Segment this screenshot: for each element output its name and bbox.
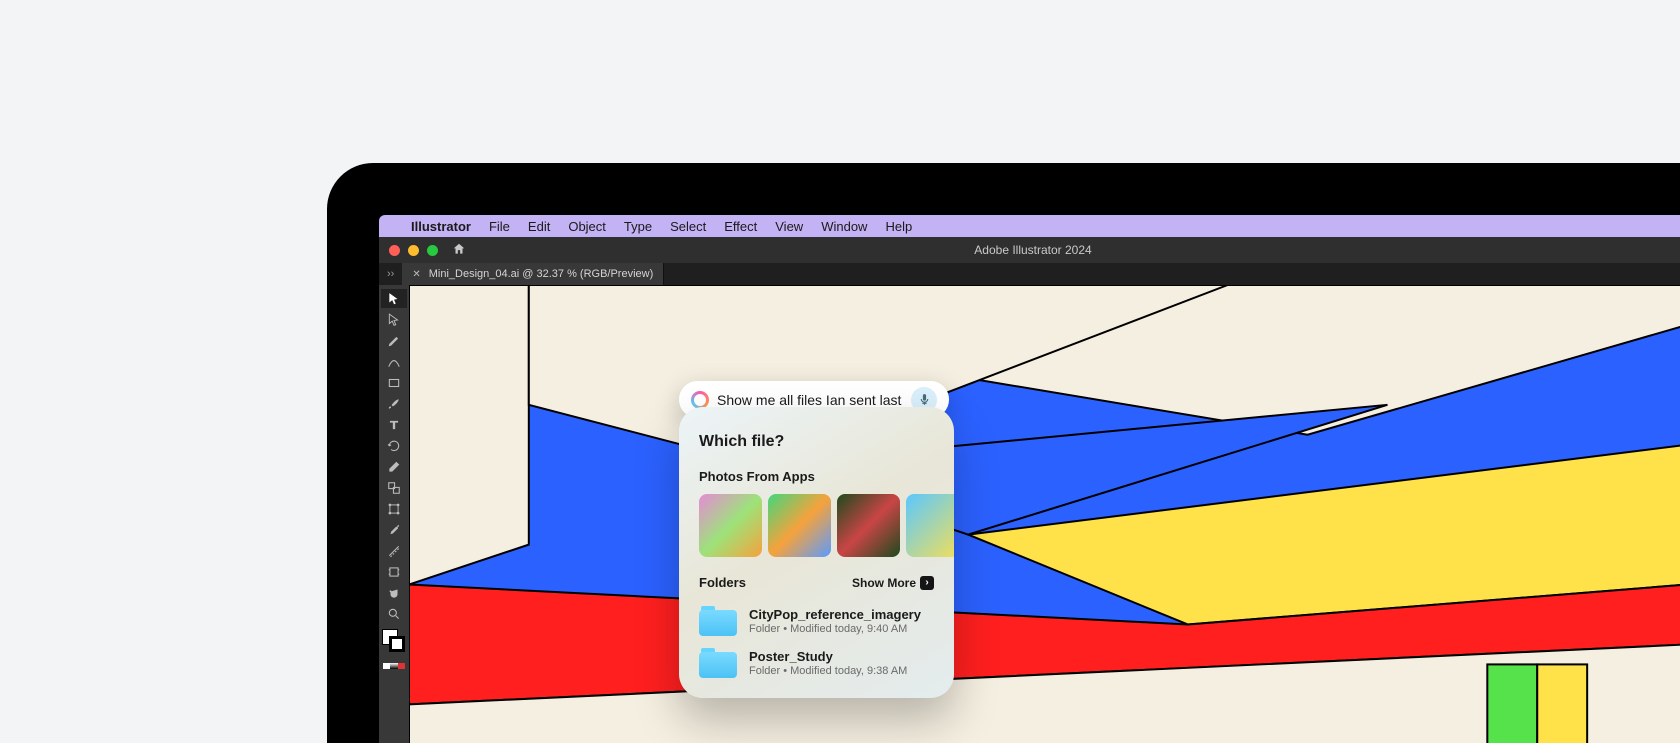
folder-meta: Folder • Modified today, 9:40 AM [749, 623, 921, 635]
workspace: Which file? Photos From Apps Folders Sho [379, 285, 1680, 743]
menu-type[interactable]: Type [624, 219, 652, 234]
hand-tool-icon[interactable] [381, 583, 407, 602]
folders-section-label: Folders [699, 575, 746, 590]
photo-thumb[interactable] [699, 494, 762, 557]
document-tab[interactable]: ✕ Mini_Design_04.ai @ 32.37 % (RGB/Previ… [402, 263, 664, 285]
window-traffic-lights [379, 245, 438, 256]
eyedropper-tool-icon[interactable] [381, 520, 407, 539]
fill-stroke-swatches[interactable] [382, 629, 406, 653]
canvas[interactable]: Which file? Photos From Apps Folders Sho [409, 285, 1680, 743]
menu-object[interactable]: Object [568, 219, 606, 234]
monitor-bezel: Illustrator File Edit Object Type Select… [327, 163, 1680, 743]
menu-select[interactable]: Select [670, 219, 706, 234]
window-zoom-button[interactable] [427, 245, 438, 256]
photo-thumb[interactable] [768, 494, 831, 557]
show-more-button[interactable]: Show More [852, 576, 934, 590]
window-close-button[interactable] [389, 245, 400, 256]
search-results-panel: Which file? Photos From Apps Folders Sho [679, 407, 954, 698]
tools-panel [379, 285, 409, 743]
zoom-tool-icon[interactable] [381, 604, 407, 623]
chevron-right-icon [920, 576, 934, 590]
document-tabbar: ›› ✕ Mini_Design_04.ai @ 32.37 % (RGB/Pr… [379, 263, 1680, 285]
photos-section-label: Photos From Apps [699, 469, 815, 484]
close-tab-icon[interactable]: ✕ [412, 269, 420, 280]
menu-view[interactable]: View [775, 219, 803, 234]
folder-result-row[interactable]: CityPop_reference_imagery Folder • Modif… [699, 600, 934, 642]
menu-window[interactable]: Window [821, 219, 867, 234]
folder-name: Poster_Study [749, 649, 907, 664]
artboard-tool-icon[interactable] [381, 562, 407, 581]
paintbrush-tool-icon[interactable] [381, 394, 407, 413]
free-transform-tool-icon[interactable] [381, 499, 407, 518]
document-tab-label: Mini_Design_04.ai @ 32.37 % (RGB/Preview… [429, 268, 654, 280]
selection-tool-icon[interactable] [381, 289, 407, 308]
search-input[interactable] [717, 392, 903, 408]
app-titlebar: Adobe Illustrator 2024 [379, 237, 1680, 263]
photo-thumb[interactable] [837, 494, 900, 557]
tab-overflow-icon[interactable]: ›› [379, 268, 402, 280]
window-minimize-button[interactable] [408, 245, 419, 256]
menubar-app-name[interactable]: Illustrator [411, 219, 471, 234]
color-mode-toggles[interactable] [383, 663, 405, 669]
scale-tool-icon[interactable] [381, 478, 407, 497]
pen-tool-icon[interactable] [381, 331, 407, 350]
screen: Illustrator File Edit Object Type Select… [379, 215, 1680, 743]
macos-menubar: Illustrator File Edit Object Type Select… [379, 215, 1680, 237]
siri-icon [691, 391, 709, 409]
folder-icon [699, 606, 737, 636]
gradient-tool-icon[interactable] [381, 541, 407, 560]
folder-icon [699, 648, 737, 678]
results-heading: Which file? [699, 433, 934, 451]
photo-thumbnails [699, 494, 934, 557]
folder-result-row[interactable]: Poster_Study Folder • Modified today, 9:… [699, 642, 934, 684]
app-title: Adobe Illustrator 2024 [974, 243, 1091, 257]
curvature-tool-icon[interactable] [381, 352, 407, 371]
menu-file[interactable]: File [489, 219, 510, 234]
rotate-tool-icon[interactable] [381, 436, 407, 455]
menu-edit[interactable]: Edit [528, 219, 550, 234]
home-icon[interactable] [452, 242, 466, 259]
rectangle-tool-icon[interactable] [381, 373, 407, 392]
photo-thumb[interactable] [906, 494, 954, 557]
artwork [409, 285, 1680, 743]
menu-effect[interactable]: Effect [724, 219, 757, 234]
eraser-tool-icon[interactable] [381, 457, 407, 476]
folder-meta: Folder • Modified today, 9:38 AM [749, 665, 907, 677]
menu-help[interactable]: Help [885, 219, 912, 234]
type-tool-icon[interactable] [381, 415, 407, 434]
direct-selection-tool-icon[interactable] [381, 310, 407, 329]
folder-name: CityPop_reference_imagery [749, 607, 921, 622]
